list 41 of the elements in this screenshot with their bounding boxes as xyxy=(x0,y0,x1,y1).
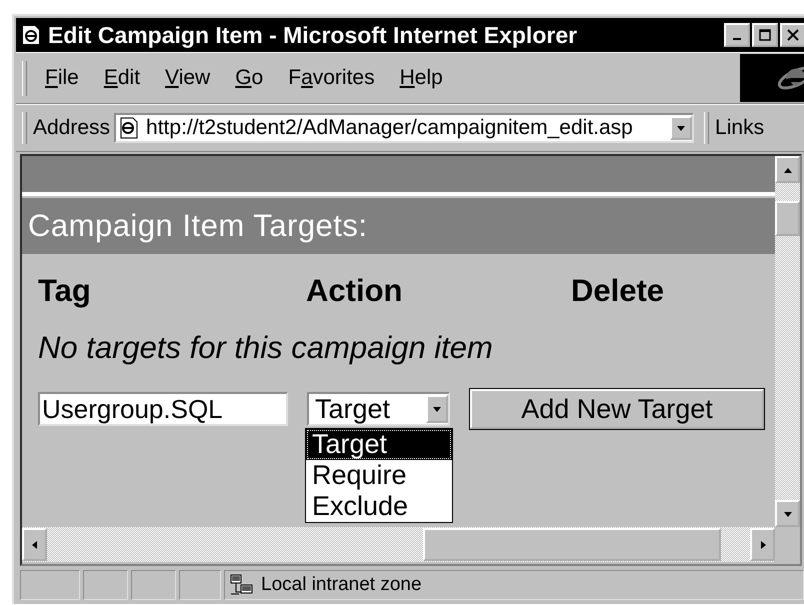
caret-icon xyxy=(676,123,686,133)
minimize-button[interactable] xyxy=(724,23,750,47)
left-arrow-icon xyxy=(30,540,40,550)
empty-message: No targets for this campaign item xyxy=(37,329,494,366)
select-option[interactable]: Target xyxy=(306,429,452,460)
menu-item[interactable]: View xyxy=(165,66,210,90)
status-pane xyxy=(131,570,176,600)
maximize-icon xyxy=(759,29,771,41)
url-text: http://t2student2/AdManager/campaignitem_edit.asp xyxy=(146,116,634,140)
address-label: Address xyxy=(33,116,110,140)
window-title: Edit Campaign Item - Microsoft Internet Explorer xyxy=(48,22,578,48)
status-pane xyxy=(179,570,221,600)
column-heading: Action xyxy=(306,274,404,308)
page-icon xyxy=(20,24,42,46)
vertical-scrollbar[interactable] xyxy=(775,156,800,527)
dropdown-button[interactable] xyxy=(670,116,692,140)
menu-item[interactable]: Go xyxy=(235,66,264,90)
minimize-icon xyxy=(733,38,741,40)
add-target-button[interactable]: Add New Target xyxy=(470,389,764,429)
horizontal-scrollbar[interactable] xyxy=(22,527,775,562)
network-icon xyxy=(229,574,255,596)
status-pane xyxy=(20,570,80,600)
caret-icon xyxy=(432,404,442,414)
close-button[interactable] xyxy=(780,23,804,47)
zone-text: Local intranet zone xyxy=(261,574,422,596)
page-icon xyxy=(118,117,140,139)
menu-item[interactable]: Edit xyxy=(104,66,140,90)
links-button[interactable]: Links xyxy=(715,116,764,140)
menu-item[interactable]: Help xyxy=(400,66,443,90)
scroll-thumb[interactable] xyxy=(423,528,721,561)
menu-item[interactable]: File xyxy=(45,66,79,90)
column-heading: Tag xyxy=(38,274,92,308)
address-field[interactable]: http://t2student2/AdManager/campaignitem_edit.asp xyxy=(114,113,694,143)
scroll-thumb[interactable] xyxy=(775,201,800,236)
status-pane xyxy=(83,570,128,600)
maximize-button[interactable] xyxy=(752,23,778,47)
column-heading: Delete xyxy=(571,274,666,308)
menu-item[interactable]: Favorites xyxy=(288,66,375,90)
close-icon xyxy=(787,29,799,41)
section-title: Campaign Item Targets: xyxy=(22,198,775,254)
tag-field[interactable]: Usergroup.SQL xyxy=(38,392,288,426)
